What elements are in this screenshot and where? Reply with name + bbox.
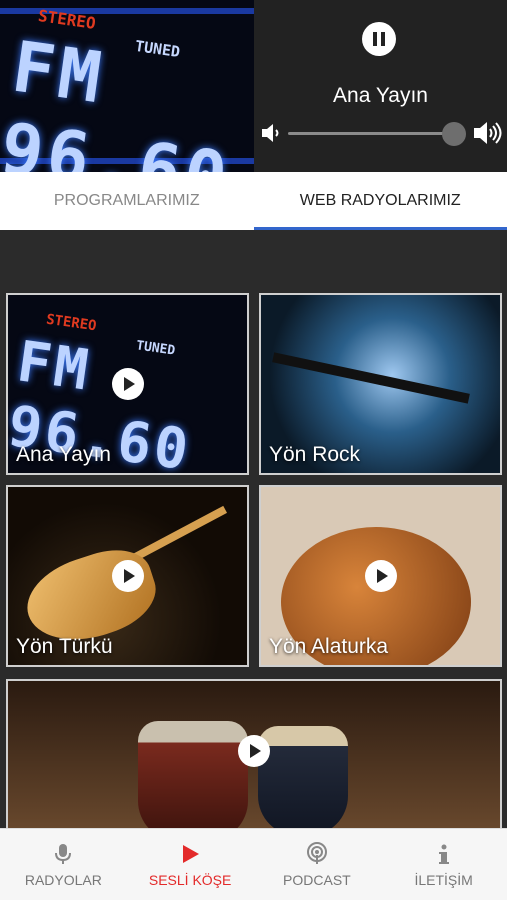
- guitar-image: [272, 352, 470, 404]
- nav-label: RADYOLAR: [24, 871, 102, 888]
- nav-item-radyolar[interactable]: RADYOLAR: [0, 829, 127, 900]
- station-tile-yon-rock[interactable]: Yön Rock: [259, 293, 502, 475]
- play-icon[interactable]: [238, 735, 270, 768]
- play-icon[interactable]: [111, 560, 144, 592]
- station-grid: STEREO TUNED FM 96.60 Ana Yayın Yön Rock…: [0, 230, 507, 828]
- now-playing-title: Ana Yayın: [333, 84, 428, 107]
- volume-high-icon[interactable]: [472, 118, 502, 148]
- drum-image: [138, 721, 248, 828]
- nav-label: PODCAST: [283, 871, 351, 888]
- tab-web-radyolarimiz[interactable]: WEB RADYOLARIMIZ: [253, 172, 507, 230]
- station-label: Yön Alaturka: [269, 635, 389, 658]
- nav-item-iletisim[interactable]: İLETİŞİM: [380, 829, 507, 900]
- bottom-navigation: RADYOLAR SESLİ KÖŞE PODCAST İLETİŞİM: [0, 828, 507, 900]
- artwork-frequency-text: FM 96.60: [0, 25, 236, 172]
- now-playing-artwork: STEREO TUNED FM 96.60: [0, 0, 254, 172]
- station-tile-yon-turku[interactable]: Yön Türkü: [6, 485, 249, 667]
- podcast-icon: [306, 841, 327, 864]
- tile-artwork-stereo-text: STEREO: [45, 311, 98, 335]
- tab-programlarimiz[interactable]: PROGRAMLARIMIZ: [0, 172, 254, 230]
- info-icon: [438, 844, 449, 864]
- nav-label: İLETİŞİM: [414, 871, 473, 888]
- nav-label: SESLİ KÖŞE: [148, 871, 232, 888]
- drum-image: [258, 726, 348, 828]
- nav-item-sesli-kose[interactable]: SESLİ KÖŞE: [127, 829, 254, 900]
- volume-slider-thumb[interactable]: [442, 122, 466, 146]
- station-label: Yön Türkü: [16, 635, 113, 658]
- microphone-icon: [55, 843, 72, 864]
- station-label: Ana Yayın: [16, 443, 111, 466]
- station-tile-ana-yayin[interactable]: STEREO TUNED FM 96.60 Ana Yayın: [6, 293, 249, 475]
- content-tabs: PROGRAMLARIMIZ WEB RADYOLARIMIZ: [0, 172, 507, 230]
- pause-button[interactable]: [362, 22, 396, 56]
- station-tile-percussion[interactable]: [6, 679, 502, 828]
- play-icon[interactable]: [364, 560, 397, 592]
- volume-slider-track[interactable]: [288, 132, 458, 135]
- volume-low-icon[interactable]: [260, 120, 282, 146]
- station-tile-yon-alaturka[interactable]: Yön Alaturka: [259, 485, 502, 667]
- station-label: Yön Rock: [269, 443, 361, 466]
- player-header: STEREO TUNED FM 96.60 Ana Yayın: [0, 0, 507, 172]
- player-controls: Ana Yayın: [254, 0, 507, 172]
- play-icon: [183, 844, 200, 863]
- play-icon[interactable]: [111, 368, 144, 400]
- nav-item-podcast[interactable]: PODCAST: [254, 829, 381, 900]
